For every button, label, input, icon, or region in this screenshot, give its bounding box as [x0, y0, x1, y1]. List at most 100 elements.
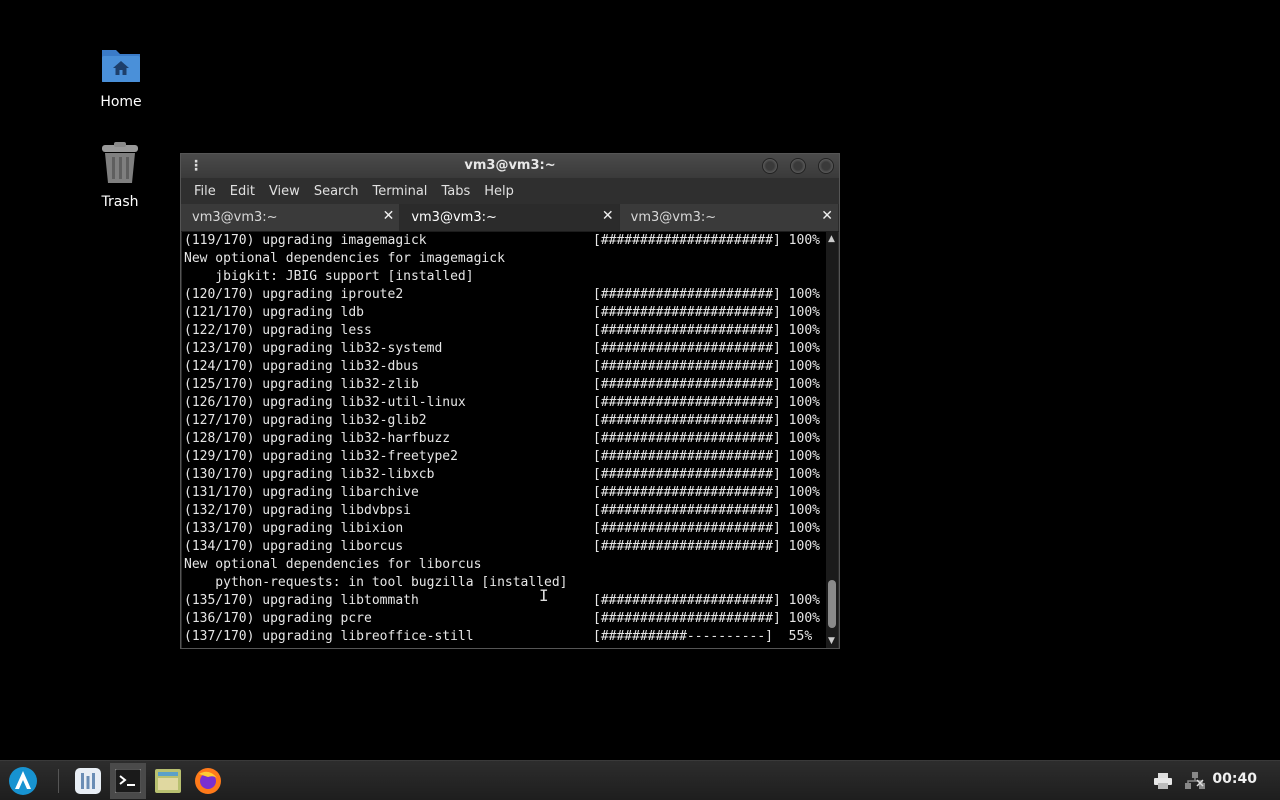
progress-bar-text: [######################] 100% [593, 305, 820, 320]
progress-bar-text: [######################] 100% [593, 341, 820, 356]
terminal-output[interactable]: (119/170) upgrading imagemagick [########… [182, 232, 826, 648]
menu-file[interactable]: File [187, 184, 223, 199]
terminal-line: (129/170) upgrading lib32-freetype2 [####… [182, 448, 826, 466]
scroll-up-icon[interactable]: ▲ [828, 234, 835, 244]
scrollbar-thumb[interactable] [828, 580, 836, 628]
progress-bar-text: [######################] 100% [593, 323, 820, 338]
clock[interactable]: 00:40 [1212, 771, 1257, 787]
terminal-line-text: (127/170) upgrading lib32-glib2 [184, 413, 427, 428]
terminal-line-text: (130/170) upgrading lib32-libxcb [184, 467, 435, 482]
terminal-icon [115, 769, 141, 793]
progress-bar-text: [###########----------] 55% [593, 629, 813, 644]
terminal-taskbar-button[interactable] [110, 763, 146, 799]
window-titlebar[interactable]: ⋮ vm3@vm3:~ [181, 154, 839, 178]
terminal-line: (127/170) upgrading lib32-glib2 [########… [182, 412, 826, 430]
maximize-button[interactable] [790, 158, 806, 174]
progress-bar-text: [######################] 100% [593, 485, 820, 500]
app-grid-icon [75, 768, 101, 794]
desktop-icon-label: Home [100, 94, 142, 110]
terminal-line: (134/170) upgrading liborcus [###########… [182, 538, 826, 556]
menu-tabs[interactable]: Tabs [434, 184, 477, 199]
terminal-line: (120/170) upgrading iproute2 [###########… [182, 286, 826, 304]
terminal-line-text: New optional dependencies for liborcus [184, 557, 482, 572]
progress-bar-text: [######################] 100% [593, 467, 820, 482]
progress-bar-text: [######################] 100% [593, 413, 820, 428]
terminal-line-text: (121/170) upgrading ldb [184, 305, 365, 320]
terminal-line: (133/170) upgrading libixion [###########… [182, 520, 826, 538]
close-button[interactable] [818, 158, 834, 174]
terminal-line-text: (131/170) upgrading libarchive [184, 485, 419, 500]
terminal-line-text: (136/170) upgrading pcre [184, 611, 372, 626]
scroll-down-icon[interactable]: ▼ [828, 636, 835, 646]
terminal-line-text: (128/170) upgrading lib32-harfbuzz [184, 431, 451, 446]
menu-view[interactable]: View [262, 184, 307, 199]
desktop-icon-label: Trash [101, 194, 139, 210]
progress-bar-text: [######################] 100% [593, 449, 820, 464]
terminal-line-text: (133/170) upgrading libixion [184, 521, 404, 536]
terminal-line-text: jbigkit: JBIG support [installed] [184, 269, 474, 284]
terminal-line-text: (120/170) upgrading iproute2 [184, 287, 404, 302]
progress-bar-text: [######################] 100% [593, 377, 820, 392]
network-disconnected-icon [1185, 772, 1205, 789]
terminal-line: (123/170) upgrading lib32-systemd [######… [182, 340, 826, 358]
network-button[interactable] [1177, 763, 1213, 799]
tab-label: vm3@vm3:~ [411, 210, 497, 225]
menu-help[interactable]: Help [477, 184, 521, 199]
terminal-line: (135/170) upgrading libtommath [#########… [182, 592, 826, 610]
desktop-icon-home[interactable]: Home [81, 44, 161, 110]
terminal-line: (130/170) upgrading lib32-libxcb [#######… [182, 466, 826, 484]
menu-terminal[interactable]: Terminal [365, 184, 434, 199]
tab-close-icon[interactable]: ✕ [821, 208, 833, 224]
terminal-line: jbigkit: JBIG support [installed] [182, 268, 826, 286]
terminal-line-text: (132/170) upgrading libdvbpsi [184, 503, 411, 518]
terminal-line-text: New optional dependencies for imagemagic… [184, 251, 505, 266]
tab-3[interactable]: vm3@vm3:~ ✕ [619, 204, 839, 231]
window-title: vm3@vm3:~ [464, 158, 556, 173]
progress-bar-text: [######################] 100% [593, 287, 820, 302]
tab-1[interactable]: vm3@vm3:~ ✕ [181, 204, 401, 231]
start-menu-button[interactable] [5, 763, 41, 799]
terminal-scrollbar[interactable]: ▲ ▼ [826, 232, 838, 648]
tab-2[interactable]: vm3@vm3:~ ✕ [400, 204, 620, 231]
terminal-line: New optional dependencies for liborcus [182, 556, 826, 574]
terminal-line: (137/170) upgrading libreoffice-still [##… [182, 628, 826, 646]
terminal-line-text: (135/170) upgrading libtommath [184, 593, 419, 608]
printer-button[interactable] [1145, 763, 1181, 799]
terminal-line: (128/170) upgrading lib32-harfbuzz [#####… [182, 430, 826, 448]
menu-edit[interactable]: Edit [223, 184, 262, 199]
progress-bar-text: [######################] 100% [593, 431, 820, 446]
progress-bar-text: [######################] 100% [593, 503, 820, 518]
terminal-line: (131/170) upgrading libarchive [#########… [182, 484, 826, 502]
menu-search[interactable]: Search [307, 184, 366, 199]
terminal-line: New optional dependencies for imagemagic… [182, 250, 826, 268]
tab-close-icon[interactable]: ✕ [602, 208, 614, 224]
file-manager-button[interactable] [150, 763, 186, 799]
terminal-line-text: (124/170) upgrading lib32-dbus [184, 359, 419, 374]
firefox-button[interactable] [190, 763, 226, 799]
firefox-icon [195, 768, 221, 794]
file-manager-icon [155, 769, 181, 793]
trash-icon [80, 142, 160, 188]
desktop-icon-trash[interactable]: Trash [80, 142, 160, 210]
printer-icon [1154, 773, 1172, 789]
tab-label: vm3@vm3:~ [192, 210, 278, 225]
terminal-line: (122/170) upgrading less [###############… [182, 322, 826, 340]
taskbar: 00:40 [0, 760, 1280, 800]
terminal-line-text: (122/170) upgrading less [184, 323, 372, 338]
terminal-line-text: (123/170) upgrading lib32-systemd [184, 341, 443, 356]
terminal-line-text: (119/170) upgrading imagemagick [184, 233, 427, 248]
progress-bar-text: [######################] 100% [593, 593, 820, 608]
app-grid-button[interactable] [70, 763, 106, 799]
tab-bar: vm3@vm3:~ ✕ vm3@vm3:~ ✕ vm3@vm3:~ ✕ [181, 204, 839, 232]
progress-bar-text: [######################] 100% [593, 233, 820, 248]
tab-label: vm3@vm3:~ [630, 210, 717, 225]
start-menu-icon [9, 767, 37, 795]
minimize-button[interactable] [762, 158, 778, 174]
terminal-line-text: (125/170) upgrading lib32-zlib [184, 377, 419, 392]
tab-close-icon[interactable]: ✕ [383, 208, 395, 224]
terminal-line-text: (134/170) upgrading liborcus [184, 539, 404, 554]
terminal-line-text: (126/170) upgrading lib32-util-linux [184, 395, 466, 410]
terminal-line-text: (129/170) upgrading lib32-freetype2 [184, 449, 458, 464]
terminal-line: (125/170) upgrading lib32-zlib [#########… [182, 376, 826, 394]
progress-bar-text: [######################] 100% [593, 521, 820, 536]
